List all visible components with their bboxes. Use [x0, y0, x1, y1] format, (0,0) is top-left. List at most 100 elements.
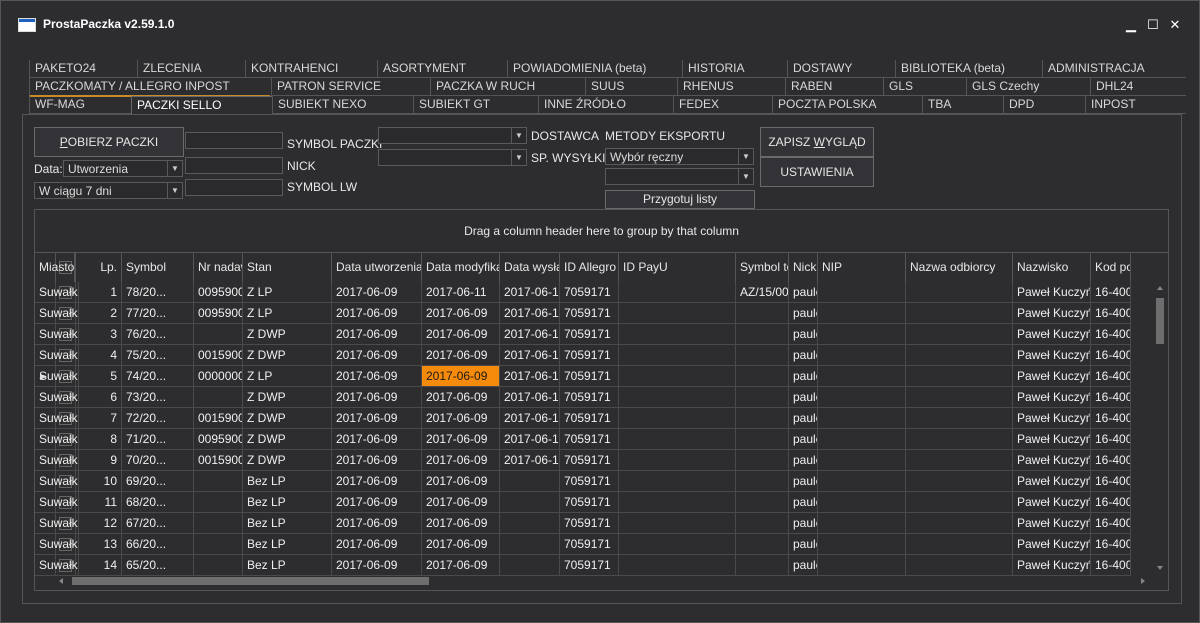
column-header-miasto[interactable]: Miasto	[35, 253, 76, 282]
cell-lp[interactable]: 14	[76, 555, 122, 576]
column-header-nazwisko[interactable]: Nazwisko	[1013, 253, 1091, 282]
period-select[interactable]: W ciągu 7 dni ▼	[34, 182, 183, 199]
cell-id-allegro[interactable]: 7059171	[560, 324, 619, 345]
cell-id-payu[interactable]	[619, 366, 736, 387]
cell-miasto[interactable]: Suwałk	[35, 450, 79, 471]
cell-data-utworzenia[interactable]: 2017-06-09	[332, 345, 422, 366]
cell-nazwisko[interactable]: Paweł Kuczyński W	[1013, 492, 1091, 513]
cell-nick[interactable]: paulek...	[789, 555, 818, 576]
cell-data-modyfikacji[interactable]: 2017-06-09	[422, 513, 500, 534]
cell-lp[interactable]: 10	[76, 471, 122, 492]
cell-data-utworzenia[interactable]: 2017-06-09	[332, 387, 422, 408]
cell-symbol-tow[interactable]	[736, 450, 789, 471]
cell-stan[interactable]: Z LP	[243, 282, 332, 303]
cell-data-utworzenia[interactable]: 2017-06-09	[332, 555, 422, 576]
cell-data-wyslania[interactable]: 2017-06-10	[500, 408, 560, 429]
cell-id-payu[interactable]	[619, 513, 736, 534]
cell-miasto[interactable]: Suwałk	[35, 303, 79, 324]
cell-id-payu[interactable]	[619, 345, 736, 366]
cell-symbol[interactable]: 71/20...	[122, 429, 194, 450]
cell-id-payu[interactable]	[619, 450, 736, 471]
cell-nazwisko[interactable]: Paweł Kuczyński W	[1013, 513, 1091, 534]
cell-nazwa-odbiorcy[interactable]	[906, 303, 1013, 324]
cell-nazwa-odbiorcy[interactable]	[906, 513, 1013, 534]
cell-nazwa-odbiorcy[interactable]	[906, 450, 1013, 471]
column-header-lp[interactable]: Lp.	[76, 253, 122, 282]
cell-stan[interactable]: Z DWP	[243, 450, 332, 471]
cell-stan[interactable]: Z DWP	[243, 345, 332, 366]
cell-id-allegro[interactable]: 7059171	[560, 471, 619, 492]
cell-symbol-tow[interactable]	[736, 408, 789, 429]
cell-kod-pocztowy[interactable]: 16-400	[1091, 324, 1131, 345]
cell-nazwisko[interactable]: Paweł Kuczyński W	[1013, 282, 1091, 303]
cell-stan[interactable]: Bez LP	[243, 471, 332, 492]
tab-paczka-w-ruch[interactable]: PACZKA W RUCH	[430, 78, 586, 96]
cell-symbol-tow[interactable]	[736, 387, 789, 408]
cell-nr-nadawczy[interactable]: 001590077...	[194, 408, 243, 429]
tab-biblioteka[interactable]: BIBLIOTEKA (beta)	[895, 60, 1043, 78]
cell-stan[interactable]: Z DWP	[243, 408, 332, 429]
table-row[interactable]: 3 76/20... Z DWP 2017-06-09 2017-06-09 2017-0…	[35, 324, 1153, 345]
table-row[interactable]: 12 67/20... Bez LP 2017-06-09 2017-06-09 7059…	[35, 513, 1153, 534]
cell-id-allegro[interactable]: 7059171	[560, 387, 619, 408]
cell-data-modyfikacji[interactable]: 2017-06-09	[422, 408, 500, 429]
maximize-icon[interactable]: ☐	[1145, 17, 1161, 33]
tab-historia[interactable]: HISTORIA	[682, 60, 788, 78]
cell-symbol-tow[interactable]	[736, 513, 789, 534]
cell-nip[interactable]	[818, 429, 906, 450]
cell-stan[interactable]: Z LP	[243, 366, 332, 387]
table-row[interactable]: 6 73/20... Z DWP 2017-06-09 2017-06-09 2017-0…	[35, 387, 1153, 408]
cell-kod-pocztowy[interactable]: 16-400	[1091, 387, 1131, 408]
cell-nazwa-odbiorcy[interactable]	[906, 366, 1013, 387]
cell-kod-pocztowy[interactable]: 16-400	[1091, 471, 1131, 492]
cell-kod-pocztowy[interactable]: 16-400	[1091, 429, 1131, 450]
cell-stan[interactable]: Bez LP	[243, 534, 332, 555]
column-header-data-modyfikacji[interactable]: Data modyfikacji	[422, 253, 500, 282]
tab-patron-service[interactable]: PATRON SERVICE	[271, 78, 431, 96]
cell-id-allegro[interactable]: 7059171	[560, 282, 619, 303]
cell-miasto[interactable]: Suwałk	[35, 366, 79, 387]
cell-nick[interactable]: paulek...	[789, 429, 818, 450]
cell-id-allegro[interactable]: 7059171	[560, 555, 619, 576]
cell-data-wyslania[interactable]	[500, 555, 560, 576]
cell-nip[interactable]	[818, 492, 906, 513]
column-header-symbol-tow[interactable]: Symbol tow	[736, 253, 789, 282]
minimize-icon[interactable]: ▁	[1123, 17, 1139, 33]
cell-nip[interactable]	[818, 303, 906, 324]
cell-nip[interactable]	[818, 387, 906, 408]
cell-nick[interactable]: paulek...	[789, 492, 818, 513]
cell-kod-pocztowy[interactable]: 16-400	[1091, 450, 1131, 471]
cell-symbol-tow[interactable]	[736, 366, 789, 387]
tab-inpost[interactable]: INPOST	[1085, 96, 1186, 114]
cell-id-payu[interactable]	[619, 555, 736, 576]
cell-lp[interactable]: 12	[76, 513, 122, 534]
cell-nazwa-odbiorcy[interactable]	[906, 282, 1013, 303]
table-row[interactable]: 772/20...001590077...Z DWP2017-06-092017…	[35, 408, 1153, 429]
tab-zlecenia[interactable]: ZLECENIA	[137, 60, 246, 78]
cell-stan[interactable]: Bez LP	[243, 555, 332, 576]
cell-symbol[interactable]: 76/20...	[122, 324, 194, 345]
cell-symbol[interactable]: 67/20...	[122, 513, 194, 534]
cell-data-utworzenia[interactable]: 2017-06-09	[332, 450, 422, 471]
cell-miasto[interactable]: Suwałk	[35, 471, 79, 492]
fetch-packages-button[interactable]: POBIERZ PACZKI	[34, 127, 184, 157]
cell-nazwisko[interactable]: Paweł Kuczyński W	[1013, 345, 1091, 366]
cell-symbol[interactable]: 73/20...	[122, 387, 194, 408]
table-row[interactable]: 11 68/20... Bez LP 2017-06-09 2017-06-09 7059…	[35, 492, 1153, 513]
cell-nip[interactable]	[818, 324, 906, 345]
cell-data-utworzenia[interactable]: 2017-06-09	[332, 429, 422, 450]
column-header-data-wyslania[interactable]: Data wysłania	[500, 253, 560, 282]
cell-nazwisko[interactable]: Paweł Kuczyński W	[1013, 387, 1091, 408]
prepare-lists-button[interactable]: Przygotuj listy	[605, 190, 755, 209]
cell-nr-nadawczy[interactable]: 000000020...	[194, 366, 243, 387]
title-bar[interactable]: ProstaPaczka v2.59.1.0 ▁ ☐ ✕	[1, 1, 1199, 47]
cell-lp[interactable]: 6	[76, 387, 122, 408]
cell-id-payu[interactable]	[619, 429, 736, 450]
cell-nick[interactable]: paulek...	[789, 366, 818, 387]
cell-symbol-tow[interactable]: AZ/15/000855	[736, 282, 789, 303]
cell-id-payu[interactable]	[619, 471, 736, 492]
cell-symbol-tow[interactable]	[736, 303, 789, 324]
cell-nr-nadawczy[interactable]	[194, 324, 243, 345]
cell-id-payu[interactable]	[619, 303, 736, 324]
horizontal-scrollbar[interactable]	[55, 574, 1153, 588]
